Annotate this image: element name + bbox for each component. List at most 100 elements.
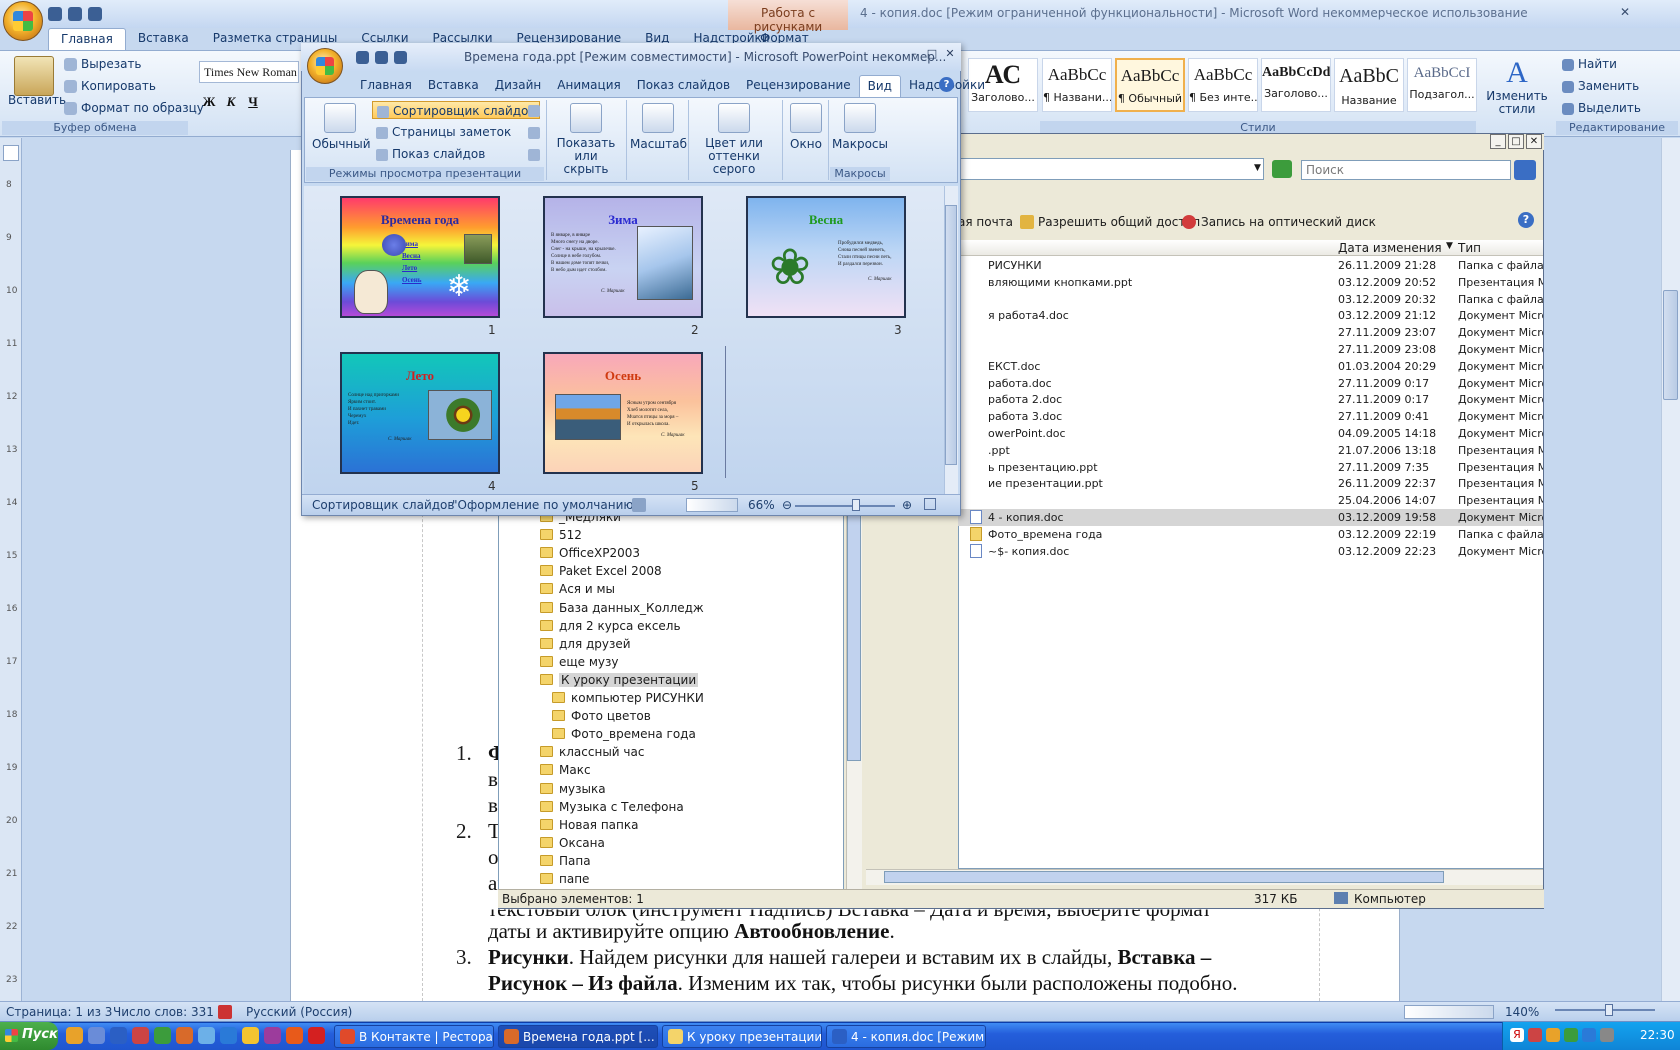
slide-thumbnail-1[interactable]: Времена года Зима Весна Лето Осень ❄ — [340, 196, 500, 318]
slideshow-view-button[interactable]: Показ слайдов — [372, 145, 489, 163]
refresh-icon[interactable] — [1272, 160, 1292, 178]
tree-item[interactable]: компьютер РИСУНКИ — [552, 691, 704, 709]
select-button[interactable]: Выделить — [1562, 101, 1641, 115]
quicklaunch-icon[interactable] — [176, 1027, 193, 1044]
zoom-slider-thumb[interactable] — [1605, 1004, 1613, 1016]
tree-item[interactable]: классный час — [540, 745, 644, 763]
ppt-tab-home[interactable]: Главная — [352, 75, 420, 97]
column-type[interactable]: Тип — [1458, 241, 1481, 255]
fit-window-icon[interactable] — [924, 498, 936, 510]
style-subtitle[interactable]: AaBbCcI Подзагол... — [1407, 58, 1477, 112]
file-row[interactable]: вляющими кнопками.ppt 03.12.2009 20:52 Пре… — [958, 274, 1543, 291]
column-date-dropdown-icon[interactable]: ▼ — [1446, 241, 1453, 251]
zoom-out-icon[interactable]: ⊖ — [782, 498, 792, 512]
undo-icon[interactable] — [68, 7, 82, 21]
slide-sorter-button[interactable]: Сортировщик слайдов — [372, 101, 541, 119]
tree-item[interactable]: Оксана — [540, 836, 605, 854]
paste-icon[interactable] — [14, 56, 54, 96]
tree-item[interactable]: Новая папка — [540, 818, 638, 836]
tree-item[interactable]: для 2 курса ексель — [540, 619, 681, 637]
yandex-icon[interactable]: Я — [1510, 1028, 1524, 1042]
show-hide-button[interactable]: Показать или скрыть — [550, 103, 622, 176]
file-row[interactable]: ь презентацию.ppt 27.11.2009 7:35 Презента… — [958, 459, 1543, 476]
bold-button[interactable]: Ж — [199, 92, 219, 112]
master-view-button-3[interactable] — [524, 145, 548, 163]
style-name-title[interactable]: AaBbC Название — [1334, 58, 1404, 112]
file-list-hscroll-thumb[interactable] — [884, 871, 1444, 883]
file-row[interactable]: ие презентации.ppt 26.11.2009 22:37 Презен… — [958, 475, 1543, 492]
tab-home[interactable]: Главная — [48, 28, 126, 50]
tree-item[interactable]: Фото цветов — [552, 709, 651, 727]
file-row[interactable]: работа 3.doc 27.11.2009 0:41 Документ Micr… — [958, 408, 1543, 425]
minimize-icon[interactable]: _ — [1490, 134, 1506, 149]
tab-selector[interactable] — [3, 145, 19, 161]
page-count[interactable]: Страница: 1 из 3 — [6, 1005, 112, 1019]
maximize-icon[interactable]: □ — [1508, 134, 1524, 149]
italic-button[interactable]: К — [221, 92, 241, 112]
undo-icon[interactable] — [375, 51, 388, 64]
column-date[interactable]: Дата изменения — [1338, 241, 1442, 255]
quicklaunch-icon[interactable] — [110, 1027, 127, 1044]
notes-page-button[interactable]: Страницы заметок — [372, 123, 515, 141]
quicklaunch-icon[interactable] — [242, 1027, 259, 1044]
file-row[interactable]: работа.doc 27.11.2009 0:17 Документ Micro — [958, 375, 1543, 392]
tree-item[interactable]: База данных_Колледж — [540, 601, 704, 619]
search-input[interactable]: Поиск — [1301, 160, 1511, 180]
address-dropdown-icon[interactable]: ▼ — [1254, 163, 1261, 173]
zoom-level[interactable]: 140% — [1505, 1005, 1539, 1019]
ppt-tab-insert[interactable]: Вставка — [420, 75, 487, 97]
style-heading[interactable]: AaBbCcDd Заголово... — [1261, 58, 1331, 112]
email-button[interactable]: ая почта — [958, 215, 1013, 229]
search-icon[interactable] — [1514, 160, 1536, 180]
spellcheck-icon[interactable] — [218, 1005, 232, 1019]
ppt-tab-view[interactable]: Вид — [858, 75, 901, 97]
ppt-maximize-icon[interactable]: □ — [924, 47, 940, 61]
tree-item[interactable]: Папа — [540, 854, 591, 872]
task-vkontakte[interactable]: В Контакте | Рестората... — [334, 1025, 494, 1048]
tree-item[interactable]: OfficeXP2003 — [540, 546, 640, 564]
task-explorer[interactable]: К уроку презентации — [662, 1025, 822, 1048]
volume-icon[interactable] — [1600, 1028, 1614, 1042]
ppt-tab-animation[interactable]: Анимация — [549, 75, 628, 97]
quicklaunch-icon[interactable] — [264, 1027, 281, 1044]
burn-button[interactable]: Запись на оптический диск — [1201, 215, 1376, 229]
file-row[interactable]: 03.12.2009 20:32 Папка с файлам — [958, 291, 1543, 308]
ppt-tab-review[interactable]: Рецензирование — [738, 75, 859, 97]
redo-icon[interactable] — [88, 7, 102, 21]
word-vertical-scrollbar[interactable] — [1661, 138, 1680, 1001]
save-icon[interactable] — [48, 7, 62, 21]
quicklaunch-icon[interactable] — [220, 1027, 237, 1044]
address-bar[interactable] — [958, 158, 1264, 180]
font-name-combobox[interactable]: Times New Roman — [199, 61, 299, 83]
tray-app-icon[interactable] — [1528, 1028, 1542, 1042]
ppt-office-button[interactable] — [307, 48, 343, 84]
tree-item[interactable]: 512 — [540, 528, 582, 546]
ppt-theme-name[interactable]: "Оформление по умолчанию" — [452, 498, 639, 512]
tree-item[interactable]: К уроку презентации — [540, 672, 699, 691]
file-row[interactable]: РИСУНКИ 26.11.2009 21:28 Папка с файлам — [958, 257, 1543, 274]
file-row[interactable]: owerPoint.doc 04.09.2005 14:18 Документ Mi… — [958, 425, 1543, 442]
slide-thumbnail-4[interactable]: Лето Солнце над пригорками Ярким стоит. … — [340, 352, 500, 474]
file-row[interactable]: 27.11.2009 23:08 Документ Micro — [958, 341, 1543, 358]
file-row[interactable]: 25.04.2006 14:07 Презентация Mi — [958, 492, 1543, 509]
quicklaunch-icon[interactable] — [308, 1027, 325, 1044]
tray-app-icon[interactable] — [1546, 1028, 1560, 1042]
master-view-button-1[interactable] — [524, 101, 548, 119]
file-row[interactable]: ~$- копия.doc 03.12.2009 22:23 Документ Mi… — [958, 543, 1543, 560]
tree-item[interactable]: Paket Excel 2008 — [540, 564, 662, 582]
macros-button[interactable]: Макросы — [832, 103, 888, 151]
spellcheck-icon[interactable] — [632, 498, 646, 512]
network-icon[interactable] — [1582, 1028, 1596, 1042]
task-word[interactable]: 4 - копия.doc [Режим ог... — [826, 1025, 986, 1048]
ppt-minimize-icon[interactable]: – — [906, 47, 922, 61]
language[interactable]: Русский (Россия) — [246, 1005, 352, 1019]
window-button[interactable]: Окно — [786, 103, 826, 151]
file-row[interactable]: 4 - копия.doc 03.12.2009 19:58 Документ Mi… — [958, 509, 1543, 526]
zoom-in-icon[interactable]: ⊕ — [902, 498, 912, 512]
file-row[interactable]: работа 2.doc 27.11.2009 0:17 Документ Micr… — [958, 391, 1543, 408]
file-row[interactable]: 27.11.2009 23:07 Документ Micro — [958, 324, 1543, 341]
cut-button[interactable]: Вырезать — [64, 57, 142, 71]
master-view-button-2[interactable] — [524, 123, 548, 141]
file-row[interactable]: ЕКСТ.doc 01.03.2004 20:29 Документ Micro — [958, 358, 1543, 375]
start-button[interactable]: Пуск — [0, 1022, 58, 1050]
